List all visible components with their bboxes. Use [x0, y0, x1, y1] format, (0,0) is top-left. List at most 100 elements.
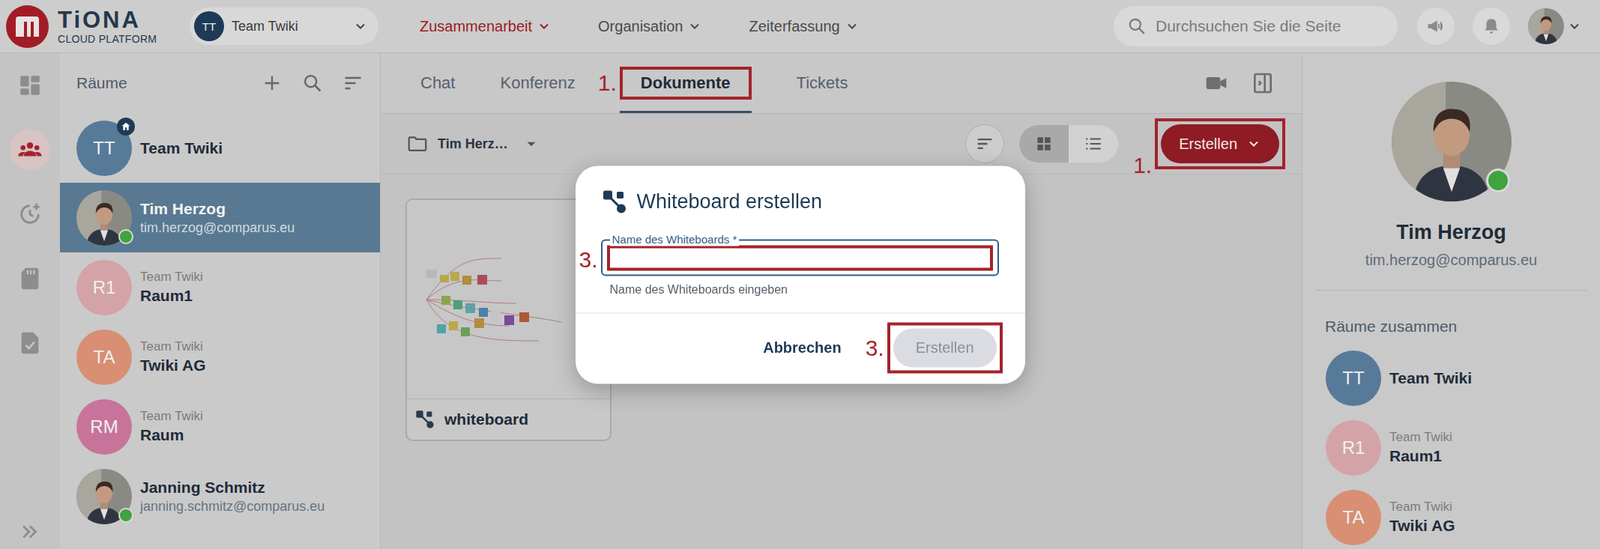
expand-button[interactable] — [18, 520, 42, 549]
grid-icon — [1034, 134, 1054, 154]
app-window: TiONACLOUD PLATFORMTTTeam TwikiZusammena… — [0, 0, 1600, 549]
user-photo-icon — [1528, 8, 1565, 45]
chevron-down-icon — [844, 18, 860, 34]
rooms-title: Räume — [76, 74, 128, 93]
tab-label: Konferenz — [499, 73, 575, 93]
room-group: Team Twiki — [140, 269, 204, 285]
folder-icon — [406, 132, 429, 156]
dialog-button[interactable]: Abbrechen — [759, 331, 844, 365]
rail-task-button[interactable] — [9, 322, 51, 364]
user-avatar — [1528, 8, 1565, 45]
room-row[interactable]: R1 Team Twiki Raum1 — [59, 252, 380, 323]
tab-label: Chat — [420, 73, 455, 93]
room-avatar: R1 — [76, 260, 132, 316]
plus-icon[interactable] — [261, 72, 283, 94]
tab[interactable]: Chat — [397, 53, 478, 114]
brand-logo[interactable]: TiONACLOUD PLATFORM — [5, 5, 190, 48]
divider — [575, 312, 1026, 314]
tab-label: Tickets — [796, 73, 849, 93]
team-label: Team Twiki — [231, 18, 346, 35]
room-name: Team Twiki — [140, 139, 223, 158]
room-row[interactable]: Tim Herzogtim.herzog@comparus.eu — [59, 182, 380, 253]
top-bar: TiONACLOUD PLATFORMTT Team Twiki Zusammena… — [0, 0, 1600, 54]
online-status-dot — [1486, 168, 1511, 193]
dialog-title: Whiteboard erstellen — [637, 190, 823, 214]
shared-room-row[interactable]: TATeam TwikiTwiki AG — [1325, 482, 1600, 549]
list-view-button[interactable] — [1068, 125, 1119, 163]
search-icon[interactable] — [302, 72, 323, 94]
menu-item[interactable]: Organisation — [598, 17, 703, 36]
announcement-button[interactable] — [1417, 7, 1455, 45]
field-helper: Name des Whiteboards eingeben — [610, 282, 999, 297]
room-avatar: TA — [76, 329, 132, 386]
rail-people-button[interactable] — [9, 129, 51, 171]
room-name: Twiki AG — [140, 356, 207, 375]
team-avatar: TT — [194, 11, 225, 42]
room-avatar: TT — [1325, 350, 1382, 407]
create-button[interactable]: Erstellen — [1160, 124, 1280, 164]
shared-rooms-title: Räume zusammen — [1302, 317, 1457, 336]
room-name: Raum1 — [140, 287, 204, 306]
folder-label: Tim Herz… — [437, 136, 509, 153]
whiteboard-icon — [601, 188, 629, 216]
double-chevron-right-icon — [18, 520, 42, 544]
shared-room-row[interactable]: TTTeam Twiki — [1325, 343, 1600, 413]
sort-icon — [974, 133, 996, 155]
shared-room-row[interactable]: R1Team TwikiRaum1 — [1325, 412, 1600, 483]
room-row[interactable]: TTTeam Twiki — [59, 113, 380, 183]
create-whiteboard-dialog: Whiteboard erstellen 3. Name des Whiteboar… — [575, 165, 1026, 384]
menu-item[interactable]: Zusammenarbeit — [419, 17, 552, 36]
team-selector[interactable]: TT Team Twiki — [189, 7, 379, 45]
home-icon — [119, 120, 132, 133]
logo-icon — [5, 5, 49, 48]
room-name: Raum — [140, 426, 204, 445]
folder-selector[interactable]: Tim Herz… — [406, 132, 542, 156]
step-number: 3. — [865, 336, 885, 359]
chevron-down-icon — [687, 18, 703, 34]
profile-panel: Tim Herzog tim.herzog@comparus.eu Räume zu… — [1301, 53, 1600, 549]
room-name: Tim Herzog — [140, 200, 295, 219]
room-row[interactable]: RM Team TwikiRaum — [59, 391, 380, 462]
field-label: Name des Whiteboards * — [610, 232, 740, 246]
clock-icon — [17, 201, 43, 228]
search-placeholder: Durchsuchen Sie die Seite — [1155, 17, 1341, 36]
rail-dashboard-button[interactable] — [9, 65, 51, 106]
search-field[interactable]: Durchsuchen Sie die Seite — [1113, 5, 1398, 47]
tab[interactable]: 1.Dokumente — [598, 53, 775, 114]
brand-subtitle: CLOUD PLATFORM — [57, 33, 157, 45]
room-avatar: RM — [76, 399, 132, 455]
room-avatar: R1 — [1325, 420, 1382, 476]
main-menu: Zusammenarbeit Organisation Zeiterfassung — [419, 17, 860, 36]
caret-down-icon — [521, 134, 542, 154]
notifications-button[interactable] — [1472, 7, 1511, 45]
grid-view-button[interactable] — [1019, 125, 1069, 163]
menu-item[interactable]: Zeiterfassung — [748, 17, 859, 36]
chevron-down-icon — [1246, 136, 1262, 152]
room-name: Janning Schmitz — [140, 478, 325, 497]
user-menu[interactable] — [1528, 8, 1583, 45]
chevron-down-icon — [1567, 18, 1583, 34]
room-group: Team Twiki — [140, 409, 204, 425]
video-camera-icon[interactable] — [1204, 71, 1229, 96]
rail-clock-button[interactable] — [9, 194, 51, 235]
profile-name: Tim Herzog — [1396, 221, 1507, 245]
room-row[interactable]: Janning Schmitz janning.schmitz@comparus.… — [59, 461, 380, 532]
sort-icon[interactable] — [342, 72, 364, 94]
dialog-button[interactable]: Erstellen — [893, 328, 997, 368]
profile-email: tim.herzog@comparus.eu — [1365, 251, 1538, 270]
room-email: janning.schmitz@comparus.eu — [140, 499, 325, 515]
room-avatar: TA — [1325, 490, 1382, 546]
side-panel-icon[interactable] — [1250, 71, 1275, 96]
tab-bar: Chat Konferenz 1.Dokumente Tickets — [380, 53, 1302, 114]
tab[interactable]: Tickets — [774, 53, 871, 114]
dashboard-icon — [17, 72, 43, 99]
megaphone-icon — [1426, 16, 1446, 36]
room-row[interactable]: TATeam TwikiTwiki AG — [59, 322, 380, 392]
rail-document-button[interactable] — [9, 258, 51, 300]
sort-button[interactable] — [965, 124, 1005, 164]
magnifier-icon — [1127, 16, 1147, 36]
tab[interactable]: Konferenz — [477, 53, 598, 114]
bell-icon — [1481, 16, 1502, 36]
name-input[interactable] — [607, 245, 993, 271]
step-number: 3. — [578, 248, 598, 271]
